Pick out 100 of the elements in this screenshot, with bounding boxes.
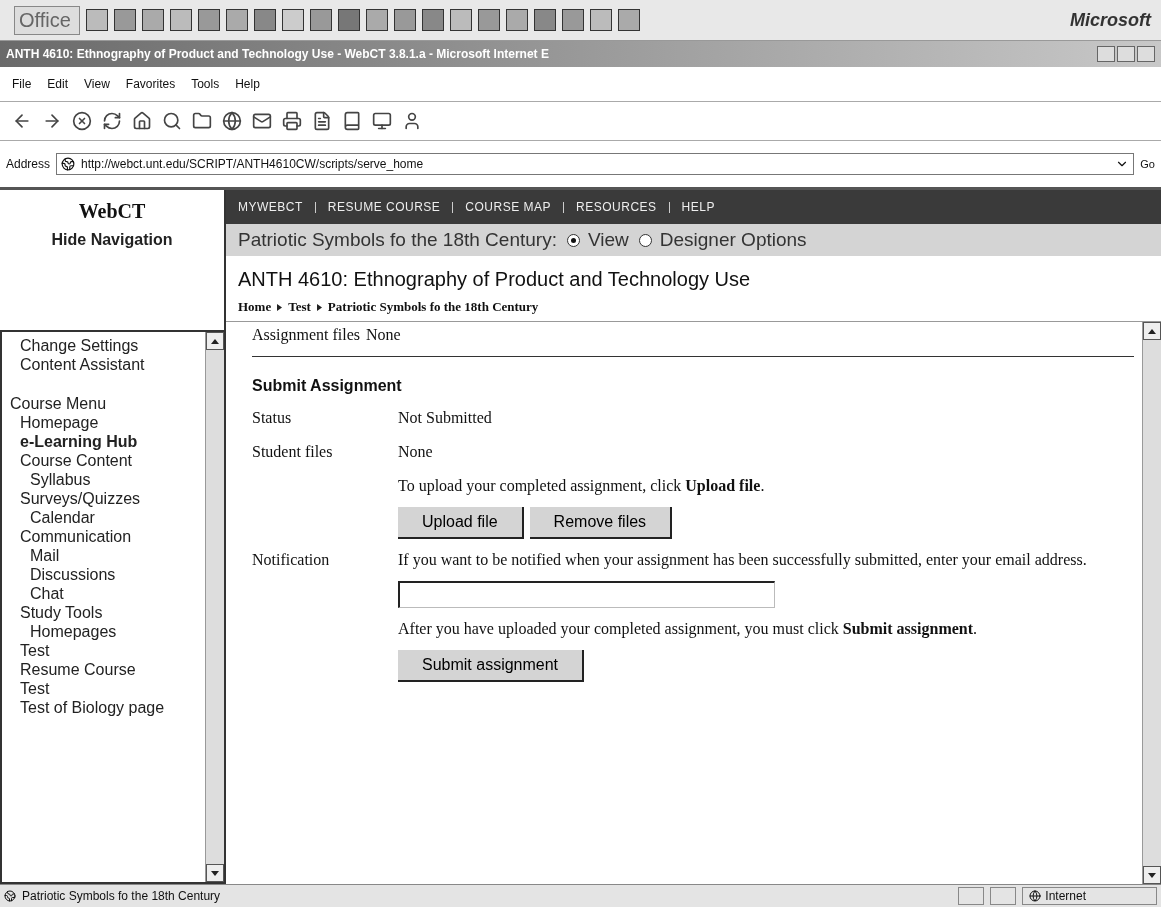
app-icon[interactable]: [281, 9, 304, 31]
app-icon[interactable]: [169, 9, 192, 31]
nav-menu-item[interactable]: Calendar: [10, 508, 205, 527]
nav-link[interactable]: MYWEBCT: [238, 200, 303, 214]
nav-menu-item[interactable]: Change Settings: [10, 336, 205, 355]
scroll-up-icon[interactable]: [1148, 328, 1156, 334]
app-icon[interactable]: [505, 9, 528, 31]
webct-logo: WebCT: [78, 200, 146, 223]
scrollbar[interactable]: [1142, 322, 1161, 884]
globe-icon[interactable]: [222, 111, 242, 131]
app-icon[interactable]: [225, 9, 248, 31]
close-button[interactable]: [1137, 46, 1155, 62]
app-icon[interactable]: [617, 9, 640, 31]
field-label: Status: [252, 408, 293, 428]
app-icon[interactable]: [365, 9, 388, 31]
home-icon[interactable]: [132, 111, 152, 131]
mail-icon[interactable]: [252, 111, 272, 131]
menu-item[interactable]: View: [84, 77, 110, 91]
app-icon[interactable]: [421, 9, 444, 31]
app-icon[interactable]: [561, 9, 584, 31]
menu-item[interactable]: File: [12, 77, 32, 91]
app-icon[interactable]: [533, 9, 556, 31]
nav-menu-item[interactable]: Mail: [10, 546, 205, 565]
office-button[interactable]: Office: [14, 5, 80, 35]
field-value: Not Submitted: [398, 408, 493, 428]
nav-menu-item[interactable]: e-Learning Hub: [10, 432, 205, 451]
menu-item[interactable]: Help: [235, 77, 260, 91]
scrollbar[interactable]: [205, 332, 224, 882]
breadcrumb-link[interactable]: Patriotic Symbols fo the 18th Century: [327, 299, 539, 315]
app-icon[interactable]: [141, 9, 164, 31]
breadcrumb-link[interactable]: Home: [238, 299, 272, 315]
radio-button[interactable]: [638, 233, 652, 247]
app-icon[interactable]: [477, 9, 500, 31]
person-icon[interactable]: [402, 111, 422, 131]
search-icon[interactable]: [162, 111, 182, 131]
maximize-button[interactable]: [1117, 46, 1135, 62]
app-icon[interactable]: [589, 9, 612, 31]
course-menu-heading[interactable]: Course Menu: [10, 394, 205, 413]
scroll-down-icon[interactable]: [1148, 872, 1156, 878]
folder-icon[interactable]: [192, 111, 212, 131]
go-button[interactable]: Go: [1140, 158, 1155, 170]
page-title: Patriotic Symbols fo the 18th Century:: [238, 229, 557, 251]
app-icon[interactable]: [337, 9, 360, 31]
hide-navigation-link[interactable]: Hide Navigation: [51, 231, 173, 249]
nav-link[interactable]: RESOURCES: [576, 200, 657, 214]
monitor-icon[interactable]: [372, 111, 392, 131]
radio-label: View: [587, 229, 629, 251]
nav-menu-item[interactable]: Test of Biology page: [10, 698, 205, 717]
address-field[interactable]: http://webct.unt.edu/SCRIPT/ANTH4610CW/scripts/serve_home: [56, 153, 1135, 175]
address-label: Address: [6, 157, 51, 171]
nav-menu-item[interactable]: Surveys/Quizzes: [10, 489, 205, 508]
file-button[interactable]: Upload file: [398, 507, 524, 539]
nav-menu-item[interactable]: Study Tools: [10, 603, 205, 622]
radio-button[interactable]: [566, 233, 580, 247]
menu-item[interactable]: Tools: [191, 77, 220, 91]
menu-item[interactable]: Favorites: [125, 77, 176, 91]
window-title: ANTH 4610: Ethnography of Product and Technology Use - WebCT 3.8.1.a - Microsoft Internet E: [6, 47, 549, 61]
nav-menu-item[interactable]: Syllabus: [10, 470, 205, 489]
nav-menu-item[interactable]: Test: [10, 641, 205, 660]
app-icon[interactable]: [85, 9, 108, 31]
breadcrumb-arrow-icon: [316, 303, 322, 311]
app-icon[interactable]: [197, 9, 220, 31]
nav-menu-item[interactable]: Chat: [10, 584, 205, 603]
field-value: None: [398, 442, 434, 462]
refresh-icon[interactable]: [102, 111, 122, 131]
book-icon[interactable]: [342, 111, 362, 131]
nav-link[interactable]: COURSE MAP: [465, 200, 552, 214]
minimize-button[interactable]: [1097, 46, 1115, 62]
app-icon[interactable]: [113, 9, 136, 31]
breadcrumb-arrow-icon: [277, 303, 283, 311]
app-icon[interactable]: [253, 9, 276, 31]
email-field[interactable]: [398, 581, 775, 608]
app-icon[interactable]: [449, 9, 472, 31]
nav-link[interactable]: RESUME COURSE: [327, 200, 441, 214]
nav-menu-item[interactable]: Homepages: [10, 622, 205, 641]
field-label: Student files: [252, 442, 334, 462]
nav-menu-item[interactable]: Course Content: [10, 451, 205, 470]
nav-menu-item[interactable]: Discussions: [10, 565, 205, 584]
nav-menu-item[interactable]: Test: [10, 679, 205, 698]
menu-item[interactable]: Edit: [47, 77, 69, 91]
stop-icon[interactable]: [72, 111, 92, 131]
nav-menu-item[interactable]: Content Assistant: [10, 355, 205, 374]
radio-label: Designer Options: [659, 229, 807, 251]
nav-link[interactable]: HELP: [681, 200, 715, 214]
app-icon[interactable]: [393, 9, 416, 31]
nav-menu-item[interactable]: Resume Course: [10, 660, 205, 679]
document-icon[interactable]: [312, 111, 332, 131]
app-icon[interactable]: [309, 9, 332, 31]
print-icon[interactable]: [282, 111, 302, 131]
field-value: None: [366, 326, 401, 344]
scroll-down-icon[interactable]: [211, 870, 219, 876]
nav-menu-item[interactable]: Communication: [10, 527, 205, 546]
file-button[interactable]: Remove files: [529, 507, 673, 539]
status-text: Patriotic Symbols fo the 18th Century: [22, 889, 221, 903]
instruction-text: To upload your completed assignment, click Upload file.: [398, 476, 766, 497]
submit-button[interactable]: Submit assignment: [398, 650, 585, 682]
scroll-up-icon[interactable]: [211, 338, 219, 344]
nav-menu-item[interactable]: Homepage: [10, 413, 205, 432]
course-title: ANTH 4610: Ethnography of Product and Technology Use: [238, 268, 752, 291]
breadcrumb-link[interactable]: Test: [288, 299, 311, 315]
